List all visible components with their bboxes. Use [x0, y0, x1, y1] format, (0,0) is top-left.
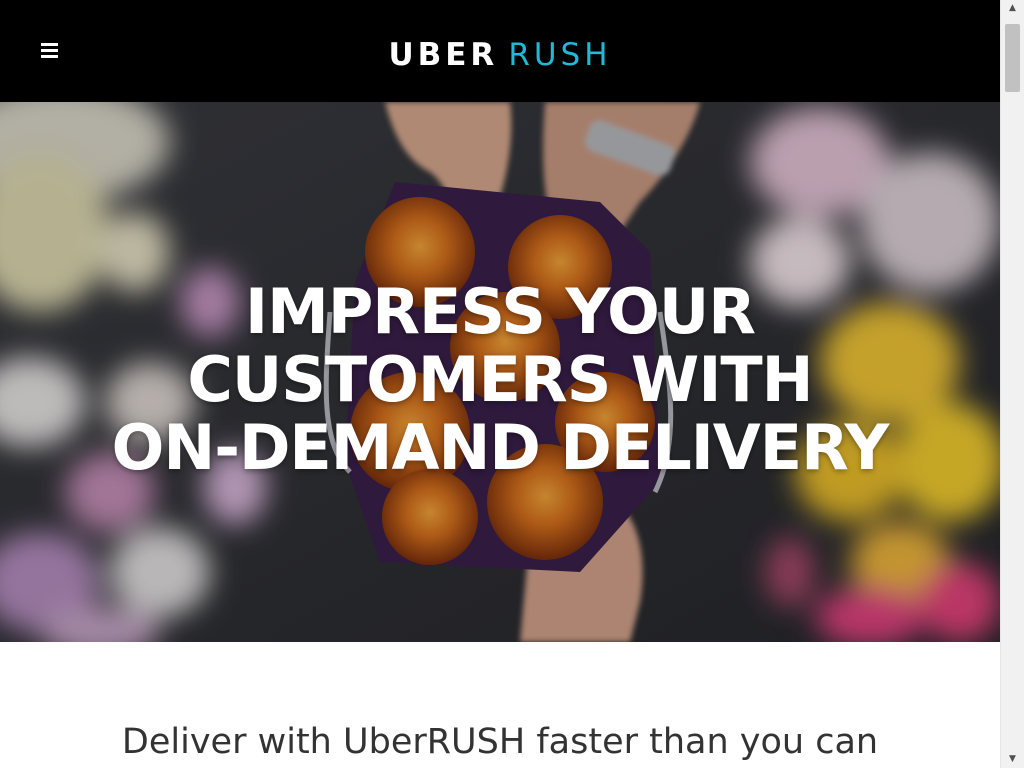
top-navigation-bar: UBER RUSH [0, 0, 1000, 102]
hero-headline-line-3: ON-DEMAND DELIVERY [111, 410, 890, 484]
scroll-down-arrow-icon[interactable]: ▼ [1001, 751, 1024, 768]
logo-rush-text: RUSH [508, 37, 612, 73]
hero-headline-line-2: CUSTOMERS WITH [187, 342, 813, 416]
uberrush-logo[interactable]: UBER RUSH [0, 30, 1000, 80]
scrollbar-thumb[interactable] [1005, 24, 1020, 92]
hero-headline: IMPRESS YOUR CUSTOMERS WITH ON-DEMAND DE… [0, 274, 1000, 484]
hero-banner: IMPRESS YOUR CUSTOMERS WITH ON-DEMAND DE… [0, 102, 1000, 642]
page-viewport: UBER RUSH IMPRESS YOUR CUSTOMERS WITH ON… [0, 0, 1000, 768]
vertical-scrollbar[interactable]: ▲ ▼ [1000, 0, 1024, 768]
intro-section: Deliver with UberRUSH faster than you ca… [0, 642, 1000, 768]
hero-headline-line-1: IMPRESS YOUR [245, 274, 756, 348]
intro-paragraph: Deliver with UberRUSH faster than you ca… [121, 722, 879, 762]
logo-uber-text: UBER [388, 37, 499, 73]
scroll-up-arrow-icon[interactable]: ▲ [1001, 0, 1024, 17]
